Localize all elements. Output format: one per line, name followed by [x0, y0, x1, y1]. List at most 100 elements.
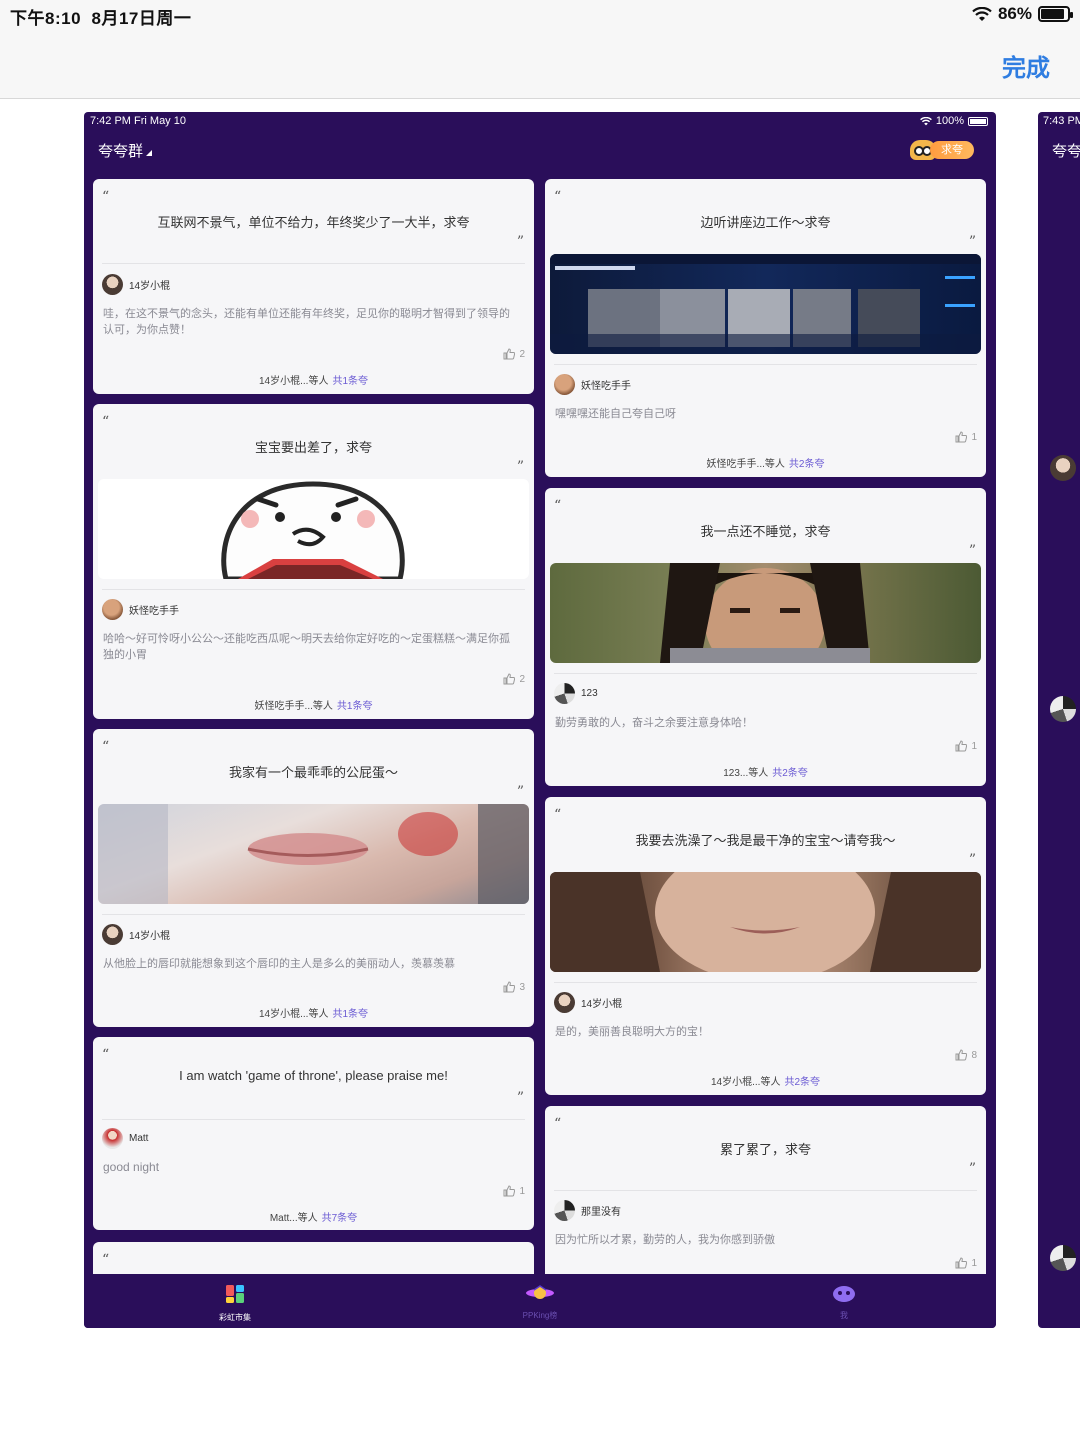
praise-card[interactable]: “ 边听讲座边工作～求夸 ” 妖怪吃手手 嘿嘿嘿还能自己夸自己呀 1 妖怪吃手手…: [545, 179, 986, 477]
like-button[interactable]: 3: [503, 981, 525, 993]
card-title: 边听讲座边工作～求夸: [700, 215, 831, 230]
user-row[interactable]: 那里没有: [554, 1200, 621, 1221]
lips-photo-image: [98, 804, 529, 904]
thumbs-up-icon: [955, 431, 968, 443]
like-button[interactable]: 1: [955, 740, 977, 752]
avatar: [554, 374, 575, 395]
post-image[interactable]: [98, 804, 529, 904]
avatar: [554, 683, 575, 704]
like-button[interactable]: 2: [503, 348, 525, 360]
card-title: I am watch 'game of throne', please prai…: [179, 1068, 448, 1083]
group-title[interactable]: 夸夸群: [98, 140, 153, 161]
praise-card[interactable]: “ 我一点还不睡觉，求夸 ” 123 勤劳勇敢的人，奋斗之余要注意身体哈！ 1 …: [545, 488, 986, 786]
praise-count-link[interactable]: 共1条夸: [337, 701, 373, 712]
username: 那里没有: [581, 1207, 621, 1218]
praise-count-link[interactable]: 共1条夸: [332, 1009, 368, 1020]
like-button[interactable]: 8: [955, 1049, 977, 1061]
close-quote-icon: ”: [968, 234, 976, 250]
praise-summary: 123...等人 共2条夸: [545, 764, 986, 779]
app-status-bar: 7:42 PM Fri May 10 100%: [84, 112, 996, 130]
user-row[interactable]: 14岁小棍: [102, 274, 170, 295]
praise-count-link[interactable]: 共2条夸: [772, 768, 808, 779]
divider: [554, 982, 977, 983]
username: Matt: [129, 1133, 149, 1144]
praise-summary: 14岁小棍...等人 共1条夸: [93, 1005, 534, 1020]
ask-praise-button[interactable]: 求夸: [908, 138, 978, 162]
like-count: 2: [519, 348, 525, 360]
user-row[interactable]: 妖怪吃手手: [102, 599, 179, 620]
comment-text: 哇，在这不景气的念头，还能有单位还能有年终奖，足见你的聪明才智得到了领导的认可，…: [103, 308, 510, 336]
status-time: 下午8:10 8月17日周一: [10, 9, 192, 28]
praise-users: 123...等人: [723, 768, 769, 779]
like-button[interactable]: 1: [503, 1185, 525, 1197]
preview-status-time: 7:43 PM: [1043, 115, 1080, 127]
user-row[interactable]: 14岁小棍: [102, 924, 170, 945]
praise-count-link[interactable]: 共7条夸: [322, 1213, 358, 1224]
like-button[interactable]: 1: [955, 1257, 977, 1269]
praise-card[interactable]: “ 累了累了，求夸 ” 那里没有 因为忙所以才累，勤劳的人，我为你感到骄傲 1: [545, 1106, 986, 1286]
open-quote-icon: “: [102, 1047, 110, 1063]
avatar: [102, 274, 123, 295]
status-bar: 下午8:10 8月17日周一 86%: [0, 0, 1080, 30]
thumbs-up-icon: [503, 981, 516, 993]
post-image[interactable]: [550, 563, 981, 663]
tab-rainbow-market[interactable]: 彩虹市集: [175, 1284, 295, 1323]
comment-text: 从他脸上的唇印就能想象到这个唇印的主人是多么的美丽动人，羡慕羡慕: [103, 958, 455, 970]
praise-count-link[interactable]: 共1条夸: [332, 376, 368, 387]
rainbow-market-icon: [226, 1285, 244, 1303]
open-quote-icon: “: [102, 739, 110, 755]
praise-card[interactable]: “ I am watch 'game of throne', please pr…: [93, 1037, 534, 1230]
card-title: 我要去洗澡了～我是最干净的宝宝～请夸我～: [635, 833, 896, 848]
card-title: 宝宝要出差了，求夸: [254, 440, 372, 455]
battery-icon: [1038, 6, 1073, 22]
like-button[interactable]: 2: [503, 673, 525, 685]
dropdown-triangle-icon: [146, 150, 153, 156]
top-nav-bar: 完成: [0, 30, 1080, 99]
battery-fill: [1041, 9, 1064, 19]
like-count: 2: [519, 673, 525, 685]
divider: [554, 364, 977, 365]
card-title: 我一点还不睡觉，求夸: [700, 524, 831, 539]
thumbs-up-icon: [503, 673, 516, 685]
wifi-icon: [972, 6, 992, 21]
preview-title: 夸夸: [1052, 143, 1080, 160]
open-quote-icon: “: [554, 807, 562, 823]
user-row[interactable]: 妖怪吃手手: [554, 374, 631, 395]
tab-ppking[interactable]: PPKing榜: [480, 1284, 600, 1321]
user-row[interactable]: Matt: [102, 1128, 148, 1149]
praise-card[interactable]: “ 宝宝要出差了，求夸 ” 妖怪吃手手 哈哈～好可怜呀小公公～还能吃西瓜呢～明天…: [93, 404, 534, 719]
close-quote-icon: ”: [968, 543, 976, 559]
tab-me[interactable]: 我: [784, 1284, 904, 1321]
card-title: 累了累了，求夸: [719, 1142, 811, 1157]
praise-summary: 妖怪吃手手...等人 共1条夸: [93, 697, 534, 712]
avatar: [102, 924, 123, 945]
user-row[interactable]: 14岁小棍: [554, 992, 622, 1013]
praise-users: 14岁小棍...等人: [258, 376, 329, 387]
cartoon-sticker-image: [221, 481, 405, 579]
ppking-rank-icon: [526, 1285, 554, 1299]
user-row[interactable]: 123: [554, 683, 598, 704]
next-screenshot-preview[interactable]: 7:43 PM 夸夸: [1038, 112, 1080, 1328]
divider: [554, 673, 977, 674]
avatar: [102, 1128, 123, 1149]
praise-card[interactable]: “ 互联网不景气，单位不给力，年终奖少了一大半，求夸 ” 14岁小棍 哇，在这不…: [93, 179, 534, 394]
done-button[interactable]: 完成: [1002, 48, 1050, 83]
avatar: [554, 1200, 575, 1221]
comment-text: 勤劳勇敢的人，奋斗之余要注意身体哈！: [555, 717, 753, 729]
username: 妖怪吃手手: [581, 381, 631, 392]
praise-count-link[interactable]: 共2条夸: [789, 459, 825, 470]
post-image[interactable]: [550, 872, 981, 972]
thumbs-up-icon: [503, 348, 516, 360]
praise-count-link[interactable]: 共2条夸: [784, 1077, 820, 1088]
open-quote-icon: “: [102, 1252, 110, 1268]
praise-summary: 妖怪吃手手...等人 共2条夸: [545, 455, 986, 470]
like-count: 8: [971, 1049, 977, 1061]
username: 14岁小棍: [581, 999, 623, 1010]
comment-text: 哈哈～好可怜呀小公公～还能吃西瓜呢～明天去给你定好吃的～定蛋糕糕～满足你孤独的小…: [103, 633, 510, 661]
post-image[interactable]: [550, 254, 981, 354]
post-image[interactable]: [98, 479, 529, 579]
praise-card[interactable]: “ 我家有一个最乖乖的公屁蛋～ ” 14岁小棍 从他脸上的唇印就能想象到这个唇印…: [93, 729, 534, 1027]
close-quote-icon: ”: [516, 784, 524, 800]
praise-card[interactable]: “ 我要去洗澡了～我是最干净的宝宝～请夸我～ ” 14岁小棍 是的，美丽善良聪明…: [545, 797, 986, 1095]
like-button[interactable]: 1: [955, 431, 977, 443]
